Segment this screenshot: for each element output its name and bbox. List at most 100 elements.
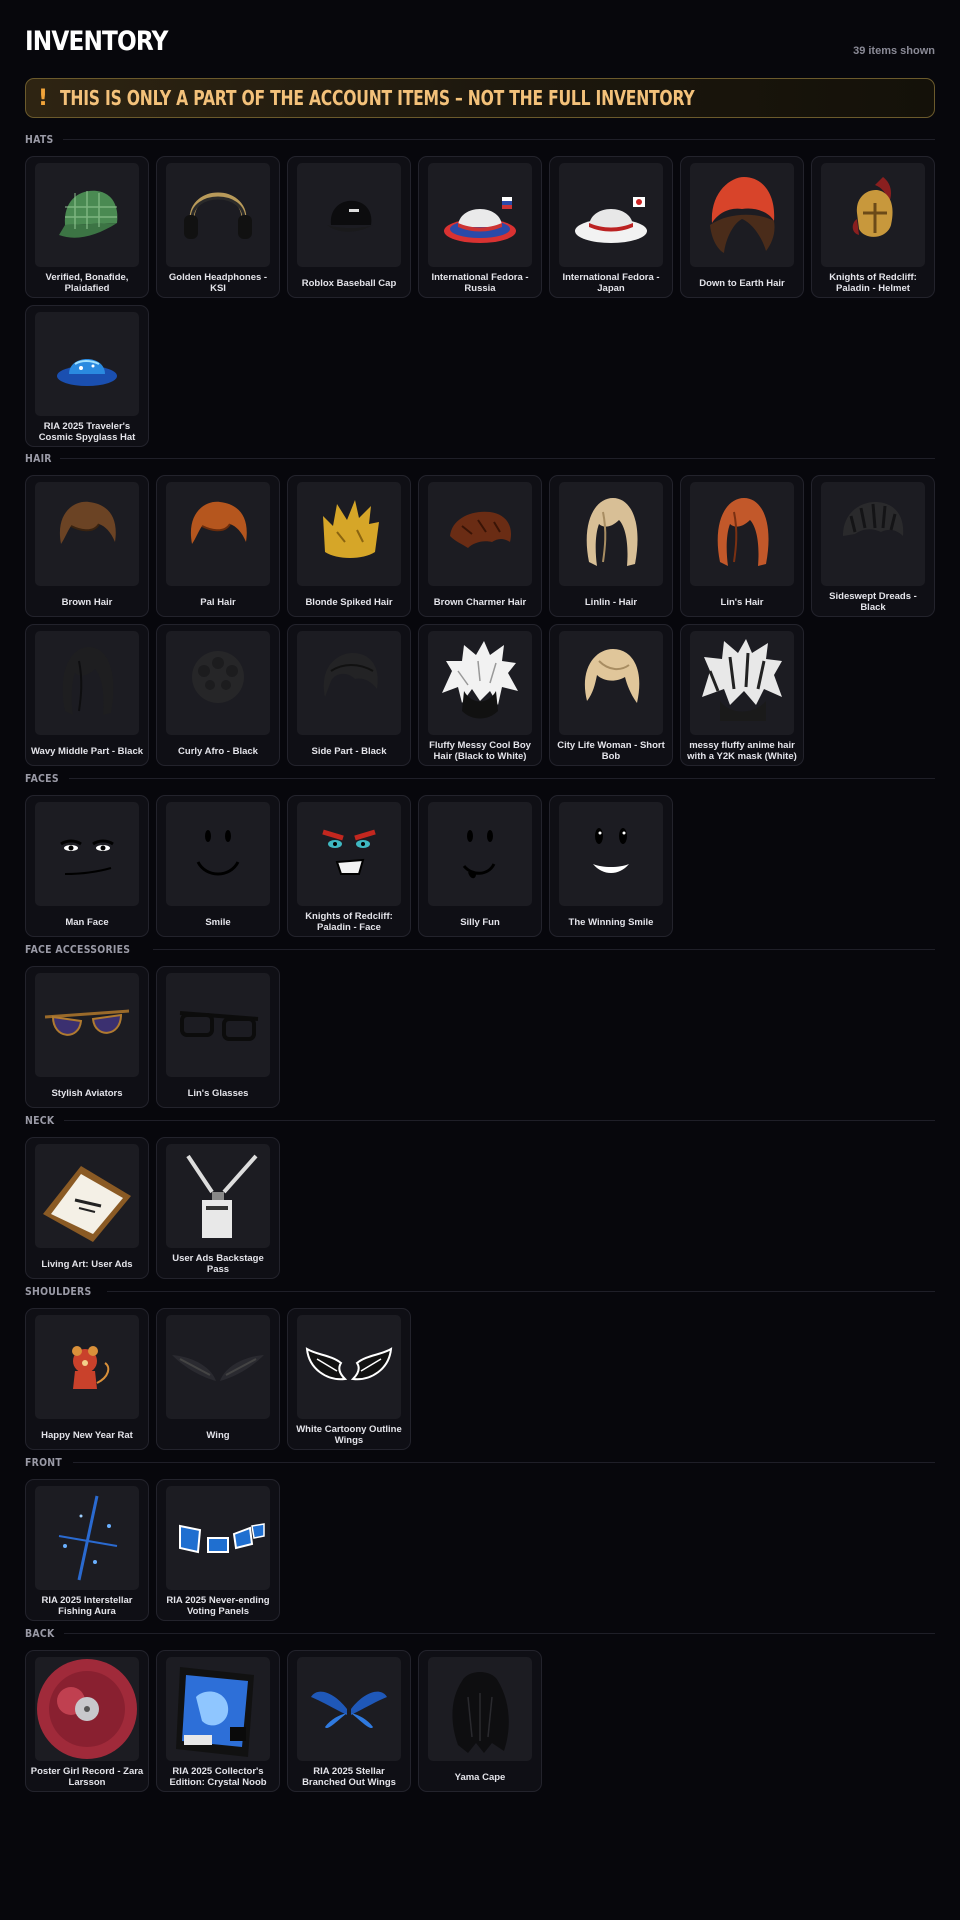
item-card[interactable]: RIA 2025 Stellar Branched Out Wings	[287, 1650, 411, 1792]
item-name: Silly Fun	[460, 916, 500, 928]
item-card[interactable]: Silly Fun	[418, 795, 542, 937]
item-card[interactable]: Curly Afro - Black	[156, 624, 280, 766]
section-header: FACES	[25, 769, 935, 787]
item-card[interactable]: Fluffy Messy Cool Boy Hair (Black to Whi…	[418, 624, 542, 766]
item-thumbnail	[166, 1657, 270, 1761]
headphones-icon	[166, 163, 270, 267]
item-card[interactable]: Sideswept Dreads - Black	[811, 475, 935, 617]
item-card[interactable]: Happy New Year Rat	[25, 1308, 149, 1450]
item-name: RIA 2025 Traveler's Cosmic Spyglass Hat	[38, 421, 136, 443]
item-thumbnail	[559, 631, 663, 735]
item-card[interactable]: Linlin - Hair	[549, 475, 673, 617]
item-name: Knights of Redcliff: Paladin - Helmet	[829, 272, 917, 294]
orange-hair-icon	[166, 482, 270, 586]
item-name: User Ads Backstage Pass	[172, 1253, 264, 1275]
item-card[interactable]: The Winning Smile	[549, 795, 673, 937]
item-name: RIA 2025 Never-ending Voting Panels	[166, 1595, 270, 1617]
item-thumbnail	[297, 1315, 401, 1419]
item-card[interactable]: User Ads Backstage Pass	[156, 1137, 280, 1279]
item-card[interactable]: Wavy Middle Part - Black	[25, 624, 149, 766]
black-side-part-icon	[297, 631, 401, 735]
item-card[interactable]: Brown Hair	[25, 475, 149, 617]
item-grid: Living Art: User Ads User Ads Backstage P…	[25, 1137, 935, 1279]
section-faces: FACES Man Face Smile Knights of Redcliff: P…	[25, 769, 935, 937]
item-card[interactable]: Poster Girl Record - Zara Larsson	[25, 1650, 149, 1792]
item-name: Roblox Baseball Cap	[301, 277, 397, 289]
section-divider	[62, 138, 935, 140]
item-card[interactable]: Brown Charmer Hair	[418, 475, 542, 617]
item-name: Curly Afro - Black	[178, 745, 258, 757]
item-card[interactable]: RIA 2025 Traveler's Cosmic Spyglass Hat	[25, 305, 149, 447]
item-name: Pal Hair	[200, 596, 236, 608]
item-name: Man Face	[65, 916, 109, 928]
section-shoulders: SHOULDERS Happy New Year Rat Wing White Car…	[25, 1282, 935, 1450]
knight-helmet-icon	[821, 163, 925, 267]
smile-face-icon	[166, 802, 270, 906]
section-title: HATS	[25, 132, 54, 146]
item-thumbnail	[166, 802, 270, 906]
item-name: Living Art: User Ads	[41, 1258, 133, 1270]
item-name: Knights of Redcliff: Paladin - Face	[305, 911, 393, 933]
item-card[interactable]: RIA 2025 Interstellar Fishing Aura	[25, 1479, 149, 1621]
ginger-long-hair-icon	[690, 482, 794, 586]
item-card[interactable]: Blonde Spiked Hair	[287, 475, 411, 617]
item-name: Smile	[205, 916, 231, 928]
item-card[interactable]: Roblox Baseball Cap	[287, 156, 411, 298]
item-name: Poster Girl Record - Zara Larsson	[30, 1766, 144, 1788]
section-divider	[68, 777, 935, 779]
item-card[interactable]: Stylish Aviators	[25, 966, 149, 1108]
item-grid: Brown Hair Pal Hair Blonde Spiked Hair Brow…	[25, 475, 935, 766]
item-card[interactable]: Down to Earth Hair	[680, 156, 804, 298]
section-title: FACE ACCESSORIES	[25, 942, 131, 956]
item-thumbnail	[166, 163, 270, 267]
item-card[interactable]: Golden Headphones - KSI	[156, 156, 280, 298]
item-name: RIA 2025 Interstellar Fishing Aura	[41, 1595, 133, 1617]
item-name: Wing	[206, 1429, 230, 1441]
item-thumbnail	[428, 631, 532, 735]
section-header: HATS	[25, 130, 935, 148]
item-grid: Stylish Aviators Lin's Glasses	[25, 966, 935, 1108]
section-header: HAIR	[25, 449, 935, 467]
voting-panels-icon	[166, 1486, 270, 1590]
item-card[interactable]: Lin's Hair	[680, 475, 804, 617]
item-card[interactable]: Man Face	[25, 795, 149, 937]
item-grid: Happy New Year Rat Wing White Cartoony Out…	[25, 1308, 935, 1450]
item-card[interactable]: Wing	[156, 1308, 280, 1450]
item-card[interactable]: Knights of Redcliff: Paladin - Helmet	[811, 156, 935, 298]
item-thumbnail	[297, 802, 401, 906]
warning-text: THIS IS ONLY A PART OF THE ACCOUNT ITEMS…	[60, 86, 695, 110]
item-thumbnail	[559, 163, 663, 267]
framed-art-icon	[35, 1144, 139, 1248]
item-thumbnail	[690, 163, 794, 267]
item-card[interactable]: City Life Woman - Short Bob	[549, 624, 673, 766]
item-card[interactable]: RIA 2025 Never-ending Voting Panels	[156, 1479, 280, 1621]
item-card[interactable]: Verified, Bonafide, Plaidafied	[25, 156, 149, 298]
item-card[interactable]: Knights of Redcliff: Paladin - Face	[287, 795, 411, 937]
item-card[interactable]: Living Art: User Ads	[25, 1137, 149, 1279]
section-title: SHOULDERS	[25, 1284, 92, 1298]
item-name: Happy New Year Rat	[41, 1429, 133, 1441]
section-title: HAIR	[25, 451, 52, 465]
item-name: Lin's Hair	[720, 596, 764, 608]
item-card[interactable]: Smile	[156, 795, 280, 937]
glasses-icon	[166, 973, 270, 1077]
section-hats: HATS Verified, Bonafide, Plaidafied Golden…	[25, 130, 935, 447]
item-card[interactable]: Side Part - Black	[287, 624, 411, 766]
item-thumbnail	[35, 482, 139, 586]
item-card[interactable]: Lin's Glasses	[156, 966, 280, 1108]
man-face-icon	[35, 802, 139, 906]
item-card[interactable]: RIA 2025 Collector's Edition: Crystal No…	[156, 1650, 280, 1792]
item-card[interactable]: White Cartoony Outline Wings	[287, 1308, 411, 1450]
item-name: Golden Headphones - KSI	[168, 272, 268, 294]
item-card[interactable]: International Fedora - Russia	[418, 156, 542, 298]
item-card[interactable]: International Fedora - Japan	[549, 156, 673, 298]
item-card[interactable]: Pal Hair	[156, 475, 280, 617]
item-name: Side Part - Black	[311, 745, 387, 757]
collector-box-icon	[166, 1657, 270, 1761]
item-thumbnail	[428, 482, 532, 586]
item-name: International Fedora - Russia	[431, 272, 529, 294]
item-card[interactable]: messy fluffy anime hair with a Y2K mask …	[680, 624, 804, 766]
item-name: Sideswept Dreads - Black	[829, 591, 917, 613]
item-card[interactable]: Yama Cape	[418, 1650, 542, 1792]
exclamation-icon: !	[38, 85, 49, 111]
